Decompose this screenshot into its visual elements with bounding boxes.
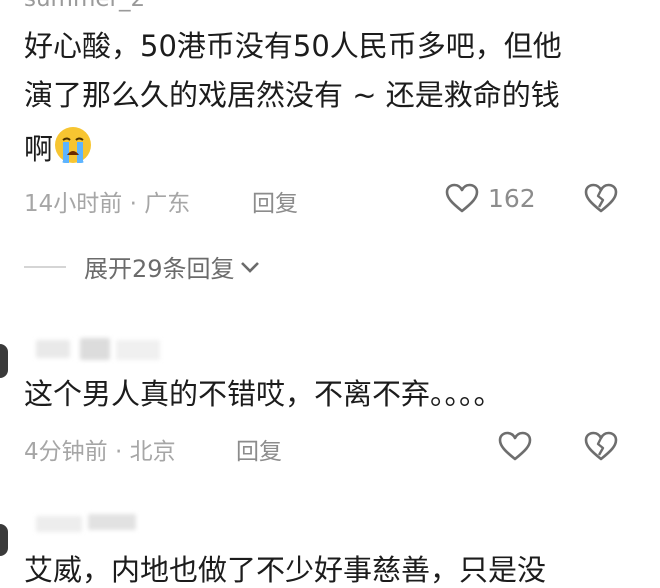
avatar[interactable]: [0, 524, 8, 556]
comment-line-1: 艾威，内地也做了不少好事慈善，只是没: [24, 553, 547, 587]
comment-meta: 4分钟前 · 北京: [24, 432, 176, 466]
chevron-down-icon: [240, 261, 259, 273]
comment-location: 广东: [144, 191, 191, 217]
comment-username[interactable]: [36, 338, 166, 364]
dislike-button[interactable]: [583, 430, 619, 462]
like-count: 162: [488, 184, 536, 213]
comment-line-2: 演了那么久的戏居然没有 ~ 还是救命的钱: [24, 78, 560, 112]
comment-line-3: 啊: [24, 125, 93, 167]
heart-outline-icon: [498, 431, 532, 461]
heart-outline-icon: [445, 183, 479, 213]
comment-username[interactable]: summer_2: [24, 0, 145, 12]
blurred-username: [116, 340, 160, 360]
reply-button[interactable]: 回复: [236, 432, 282, 466]
meta-separator: ·: [129, 191, 137, 217]
expand-replies-label: 展开29条回复: [84, 255, 235, 283]
comment-username[interactable]: [36, 514, 146, 534]
comment-time: 4分钟前: [24, 439, 108, 465]
avatar[interactable]: [0, 344, 8, 378]
like-button[interactable]: [444, 182, 480, 214]
broken-heart-icon: [584, 431, 618, 461]
blurred-username: [36, 516, 82, 532]
comment-time: 14小时前: [24, 191, 123, 217]
blurred-username: [80, 338, 110, 360]
blurred-username: [88, 514, 136, 530]
reply-button[interactable]: 回复: [252, 184, 298, 218]
comment-line-1: 这个男人真的不错哎，不离不弃。。。。: [24, 377, 503, 411]
comment-line-1: 好心酸，50港币没有50人民币多吧，但他: [24, 29, 562, 63]
loudly-crying-face-icon: [53, 125, 93, 165]
expand-replies-button[interactable]: 展开29条回复: [24, 249, 261, 284]
comment-location: 北京: [129, 439, 176, 465]
expand-divider: [24, 265, 66, 268]
broken-heart-icon: [584, 183, 618, 213]
dislike-button[interactable]: [583, 182, 619, 214]
meta-separator: ·: [114, 439, 123, 465]
like-button[interactable]: [497, 430, 533, 462]
blurred-username: [36, 340, 70, 358]
comment-meta: 14小时前 · 广东: [24, 184, 190, 218]
